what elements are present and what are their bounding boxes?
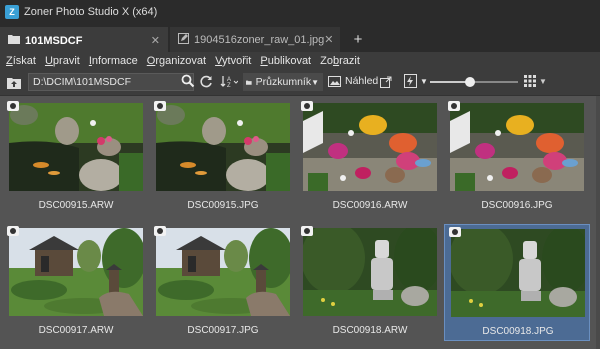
- filename-label: DSC00915.ARW: [38, 200, 114, 211]
- view-mode-label: Průzkumník: [255, 76, 312, 88]
- camera-icon: [7, 226, 19, 236]
- photo-flowers: [303, 103, 437, 191]
- photo-gazebo: [156, 228, 290, 316]
- menu-organizovat[interactable]: Organizovat: [147, 55, 206, 67]
- chevron-down-icon: ▼: [420, 76, 428, 86]
- tab-folder[interactable]: 101MSDCF ✕: [0, 27, 168, 52]
- camera-icon: [154, 226, 166, 236]
- filename-label: DSC00918.JPG: [482, 326, 554, 337]
- thumbnail-item[interactable]: DSC00917.ARW: [3, 224, 149, 341]
- open-external-icon[interactable]: [380, 76, 392, 88]
- tab-editor[interactable]: 1904516zoner_raw_01.jpg ✕: [170, 27, 340, 52]
- image-icon: [328, 75, 341, 87]
- camera-icon: [301, 101, 313, 111]
- sort-icon: AZ: [220, 76, 239, 89]
- app-logo-icon: Z: [5, 5, 19, 19]
- tab-label: 1904516zoner_raw_01.jpg: [194, 33, 325, 46]
- gallery-scrollbar[interactable]: [596, 96, 600, 349]
- camera-icon: [301, 226, 313, 236]
- folder-up-icon: [7, 78, 21, 89]
- thumbnail-item[interactable]: DSC00916.JPG: [444, 99, 590, 216]
- svg-text:Z: Z: [227, 83, 231, 88]
- menu-informace[interactable]: Informace: [89, 55, 138, 67]
- thumbnail-item[interactable]: DSC00915.JPG: [150, 99, 296, 216]
- camera-icon: [7, 101, 19, 111]
- menu-zobrazit[interactable]: Zobrazit: [320, 55, 360, 67]
- folder-icon: [246, 80, 252, 85]
- flash-menu-button[interactable]: ▼: [404, 74, 428, 88]
- thumbnail-item[interactable]: DSC00918.ARW: [297, 224, 443, 341]
- photo-statue: [303, 228, 437, 316]
- path-input[interactable]: [28, 73, 194, 91]
- preview-label: Náhled: [345, 75, 379, 87]
- sort-button[interactable]: AZ: [220, 75, 239, 91]
- preview-button[interactable]: Náhled: [328, 75, 378, 87]
- filename-label: DSC00915.JPG: [187, 200, 259, 211]
- tab-bar: 101MSDCF ✕ 1904516zoner_raw_01.jpg ✕ +: [0, 24, 600, 52]
- close-icon[interactable]: ✕: [151, 34, 160, 47]
- camera-icon: [448, 101, 460, 111]
- thumbnail-item[interactable]: DSC00916.ARW: [297, 99, 443, 216]
- photo-flowers: [450, 103, 584, 191]
- menu-publikovat[interactable]: Publikovat: [260, 55, 311, 67]
- camera-icon: [449, 227, 461, 237]
- filename-label: DSC00918.ARW: [332, 325, 408, 336]
- close-icon[interactable]: ✕: [324, 33, 333, 46]
- tab-label: 101MSDCF: [25, 34, 83, 47]
- chevron-down-icon: ▼: [311, 77, 319, 87]
- filename-label: DSC00916.ARW: [332, 200, 408, 211]
- filename-label: DSC00917.JPG: [187, 325, 259, 336]
- chevron-down-icon[interactable]: ▼: [539, 77, 547, 86]
- refresh-icon[interactable]: [200, 75, 213, 88]
- flash-icon: [404, 74, 417, 88]
- thumbnail-item[interactable]: DSC00915.ARW: [3, 99, 149, 216]
- camera-icon: [154, 101, 166, 111]
- folder-icon: [8, 34, 20, 47]
- zoom-slider[interactable]: [430, 77, 518, 87]
- photo-statue: [451, 229, 585, 317]
- edit-icon: [178, 32, 189, 47]
- title-bar: Z Zoner Photo Studio X (x64): [0, 0, 600, 24]
- thumbnail-gallery[interactable]: DSC00915.ARW DSC00915.JPG DSC00916.ARW D…: [0, 96, 600, 349]
- thumbnail-item[interactable]: DSC00917.JPG: [150, 224, 296, 341]
- menu-bar: Získat Upravit Informace Organizovat Vyt…: [0, 52, 600, 69]
- view-mode-dropdown[interactable]: Průzkumník ▼: [243, 73, 323, 91]
- search-icon[interactable]: [181, 74, 195, 88]
- menu-vytvorit[interactable]: Vytvořit: [215, 55, 251, 67]
- photo-pond: [9, 103, 143, 191]
- folder-up-button[interactable]: [6, 73, 22, 93]
- photo-gazebo: [9, 228, 143, 316]
- grid-view-icon[interactable]: [524, 75, 536, 87]
- zoom-slider-fill: [430, 81, 470, 83]
- add-tab-button[interactable]: +: [348, 27, 368, 52]
- filename-label: DSC00916.JPG: [481, 200, 553, 211]
- zoom-slider-thumb[interactable]: [464, 77, 475, 87]
- photo-pond: [156, 103, 290, 191]
- window-title: Zoner Photo Studio X (x64): [24, 6, 158, 18]
- thumbnail-item-selected[interactable]: DSC00918.JPG: [444, 224, 590, 341]
- menu-ziskat[interactable]: Získat: [6, 55, 36, 67]
- menu-upravit[interactable]: Upravit: [45, 55, 80, 67]
- filename-label: DSC00917.ARW: [38, 325, 114, 336]
